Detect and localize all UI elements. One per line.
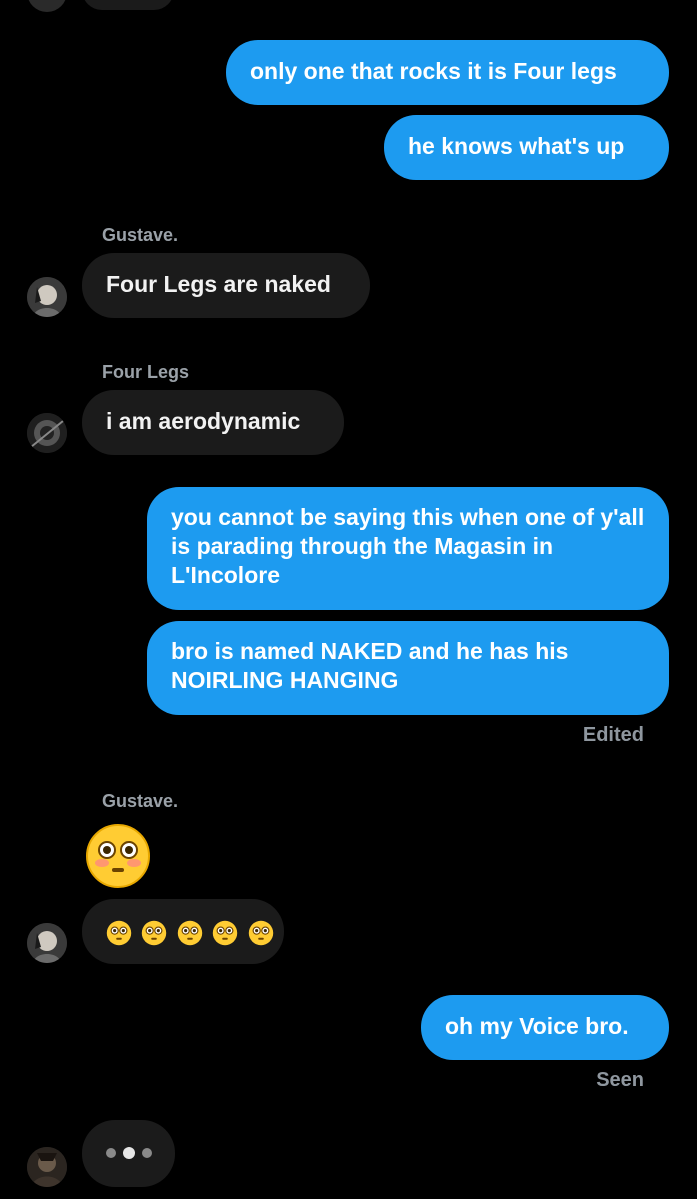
avatar[interactable] [27,1147,67,1187]
flushed-face-emoji [141,920,167,946]
message-incoming[interactable]: i am aerodynamic [82,390,344,455]
avatar-icon [27,277,67,317]
typing-dot [106,1148,116,1158]
typing-indicator [82,1120,175,1187]
message-outgoing[interactable]: only one that rocks it is Four legs [226,40,669,105]
message-outgoing[interactable]: he knows what's up [384,115,669,180]
avatar[interactable] [27,923,67,963]
flushed-face-emoji[interactable] [85,823,151,889]
flushed-face-emoji [248,920,274,946]
sender-name: Four Legs [102,362,190,382]
avatar[interactable] [27,413,67,453]
seen-label: Seen [596,1069,644,1091]
message-outgoing[interactable]: bro is named NAKED and he has his NOIRLI… [147,621,669,715]
sender-name: Gustave. [102,225,179,245]
message-outgoing[interactable]: you cannot be saying this when one of y'… [147,487,669,610]
message-incoming[interactable]: Four Legs are naked [82,253,370,318]
avatar-icon [27,923,67,963]
avatar-icon [27,413,67,453]
avatar[interactable] [27,277,67,317]
typing-dot [123,1147,135,1159]
sender-name: Gustave. [102,791,179,811]
message-outgoing[interactable]: oh my Voice bro. [421,995,669,1060]
flushed-face-emoji [212,920,238,946]
typing-dot [142,1148,152,1158]
flushed-face-emoji [177,920,203,946]
message-incoming[interactable] [82,899,284,964]
avatar[interactable] [27,0,67,12]
flushed-face-emoji [106,920,132,946]
avatar-icon [27,1147,67,1187]
previous-message-fragment [82,0,174,10]
edited-label: Edited [582,724,644,746]
